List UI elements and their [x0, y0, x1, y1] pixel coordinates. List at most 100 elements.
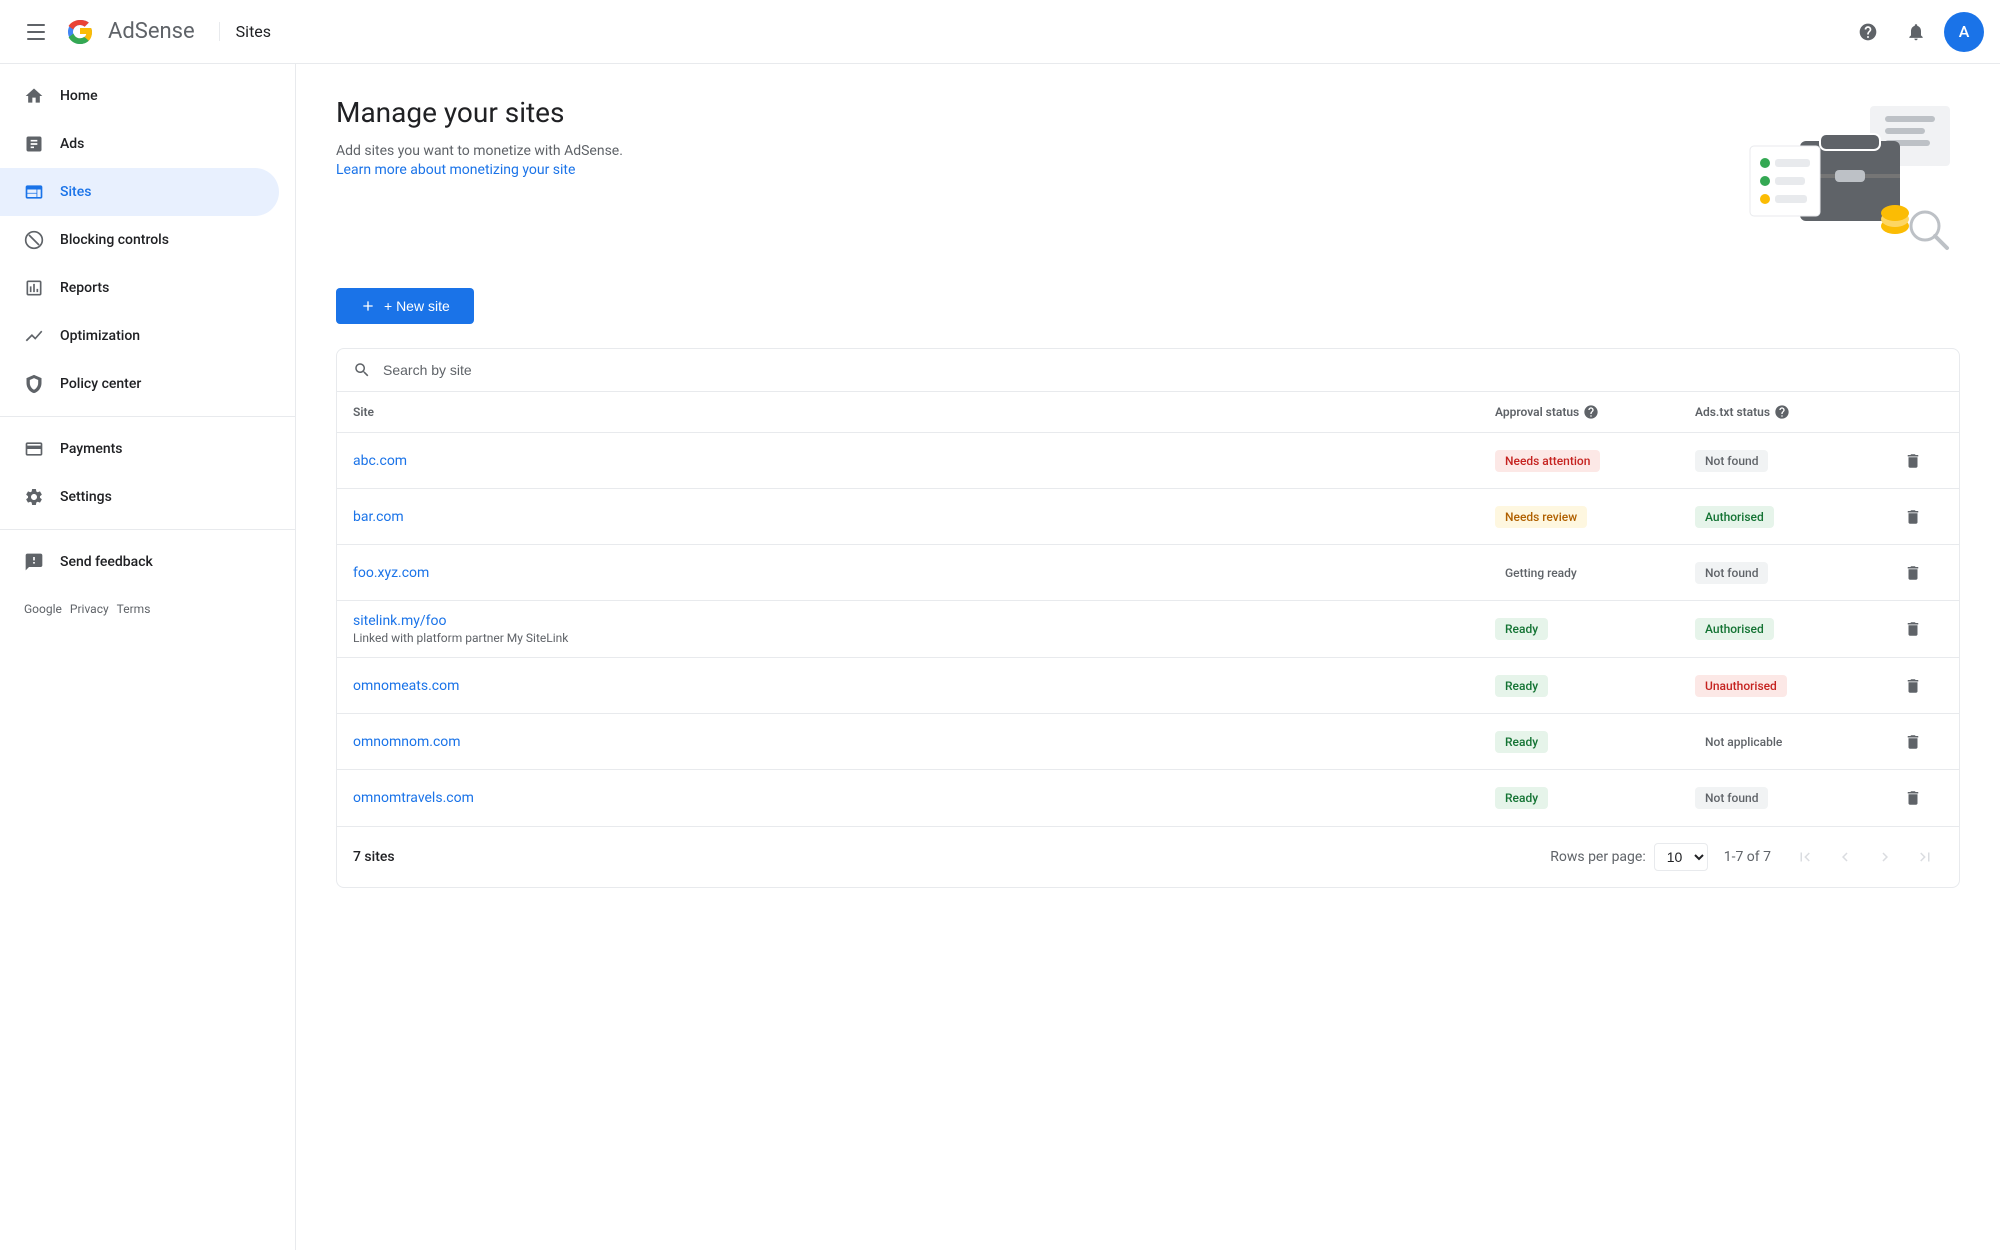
home-icon	[24, 86, 44, 106]
site-cell: sitelink.my/foo Linked with platform par…	[353, 601, 1495, 657]
sidebar-label-settings: Settings	[60, 489, 112, 505]
page-nav-buttons	[1787, 839, 1943, 875]
search-input[interactable]	[383, 362, 1943, 378]
sidebar-label-blocking: Blocking controls	[60, 232, 169, 248]
table-row: omnomnom.com Ready Not applicable	[337, 714, 1959, 770]
delete-cell	[1895, 724, 1943, 760]
sites-icon	[24, 182, 44, 202]
page-header-text: Manage your sites Add sites you want to …	[336, 96, 623, 178]
optimization-icon	[24, 326, 44, 346]
help-button[interactable]	[1848, 12, 1888, 52]
sidebar-item-blocking-controls[interactable]: Blocking controls	[0, 216, 279, 264]
sidebar-item-home[interactable]: Home	[0, 72, 279, 120]
rows-per-page: Rows per page: 10 25 50	[1550, 843, 1707, 871]
learn-more-link[interactable]: Learn more about monetizing your site	[336, 162, 575, 178]
ads-txt-cell: Not found	[1695, 450, 1895, 472]
approval-help-icon[interactable]	[1583, 404, 1599, 420]
sites-count: 7 sites	[353, 849, 395, 865]
approval-status-cell: Ready	[1495, 618, 1695, 640]
approval-badge: Ready	[1495, 618, 1548, 640]
sidebar-label-optimization: Optimization	[60, 328, 140, 344]
sidebar-item-sites[interactable]: Sites	[0, 168, 279, 216]
payments-icon	[24, 439, 44, 459]
ads-txt-badge: Not applicable	[1695, 731, 1792, 753]
site-link[interactable]: omnomnom.com	[353, 734, 1495, 750]
sites-table: Site Approval status Ads.txt status abc.…	[336, 348, 1960, 888]
site-link[interactable]: foo.xyz.com	[353, 565, 1495, 581]
notifications-button[interactable]	[1896, 12, 1936, 52]
sidebar-label-reports: Reports	[60, 280, 109, 296]
approval-status-cell: Ready	[1495, 731, 1695, 753]
feedback-icon	[24, 552, 44, 572]
sidebar-item-optimization[interactable]: Optimization	[0, 312, 279, 360]
next-page-button[interactable]	[1867, 839, 1903, 875]
site-sub: Linked with platform partner My SiteLink	[353, 631, 1495, 645]
site-cell: omnomeats.com	[353, 666, 1495, 706]
reports-icon	[24, 278, 44, 298]
ads-txt-badge: Not found	[1695, 450, 1768, 472]
col-header-ads-txt: Ads.txt status	[1695, 404, 1895, 420]
sidebar-item-policy-center[interactable]: Policy center	[0, 360, 279, 408]
last-page-button[interactable]	[1907, 839, 1943, 875]
approval-badge: Ready	[1495, 787, 1548, 809]
delete-row-button[interactable]	[1895, 443, 1931, 479]
blocking-icon	[24, 230, 44, 250]
top-nav: AdSense Sites A	[0, 0, 2000, 64]
delete-row-button[interactable]	[1895, 555, 1931, 591]
footer-privacy-link[interactable]: Privacy	[70, 602, 109, 616]
sidebar-item-settings[interactable]: Settings	[0, 473, 279, 521]
delete-cell	[1895, 443, 1943, 479]
ads-txt-cell: Unauthorised	[1695, 675, 1895, 697]
site-link[interactable]: omnomeats.com	[353, 678, 1495, 694]
delete-cell	[1895, 668, 1943, 704]
approval-badge: Ready	[1495, 675, 1548, 697]
hamburger-menu[interactable]	[16, 12, 56, 52]
delete-cell	[1895, 611, 1943, 647]
avatar[interactable]: A	[1944, 12, 1984, 52]
sidebar-divider-2	[0, 529, 295, 530]
rows-per-page-select[interactable]: 10 25 50	[1654, 843, 1708, 871]
settings-icon	[24, 487, 44, 507]
main-content: Manage your sites Add sites you want to …	[296, 64, 2000, 1250]
sidebar-item-payments[interactable]: Payments	[0, 425, 279, 473]
table-row: abc.com Needs attention Not found	[337, 433, 1959, 489]
delete-row-button[interactable]	[1895, 668, 1931, 704]
ads-txt-badge: Unauthorised	[1695, 675, 1787, 697]
sidebar-label-feedback: Send feedback	[60, 554, 153, 570]
first-page-button[interactable]	[1787, 839, 1823, 875]
sidebar-item-reports[interactable]: Reports	[0, 264, 279, 312]
delete-row-button[interactable]	[1895, 611, 1931, 647]
delete-row-button[interactable]	[1895, 724, 1931, 760]
site-link[interactable]: omnomtravels.com	[353, 790, 1495, 806]
delete-row-button[interactable]	[1895, 780, 1931, 816]
sidebar-label-ads: Ads	[60, 136, 84, 152]
col-header-approval: Approval status	[1495, 404, 1695, 420]
sidebar-label-policy: Policy center	[60, 376, 141, 392]
footer-terms-link[interactable]: Terms	[117, 602, 151, 616]
prev-page-button[interactable]	[1827, 839, 1863, 875]
ads-txt-cell: Not found	[1695, 787, 1895, 809]
sidebar-label-sites: Sites	[60, 184, 91, 200]
sidebar-item-ads[interactable]: Ads	[0, 120, 279, 168]
approval-badge: Ready	[1495, 731, 1548, 753]
table-header: Site Approval status Ads.txt status	[337, 392, 1959, 433]
site-link[interactable]: bar.com	[353, 509, 1495, 525]
sidebar-footer: Google Privacy Terms	[0, 586, 295, 632]
table-footer: 7 sites Rows per page: 10 25 50 1-7 of 7	[337, 826, 1959, 887]
new-site-button[interactable]: + New site	[336, 288, 474, 324]
ads-icon	[24, 134, 44, 154]
table-row: foo.xyz.com Getting ready Not found	[337, 545, 1959, 601]
ads-txt-cell: Not applicable	[1695, 731, 1895, 753]
sidebar-item-send-feedback[interactable]: Send feedback	[0, 538, 279, 586]
site-link[interactable]: sitelink.my/foo	[353, 613, 1495, 629]
delete-cell	[1895, 555, 1943, 591]
site-link[interactable]: abc.com	[353, 453, 1495, 469]
sidebar-divider	[0, 416, 295, 417]
ads-txt-cell: Authorised	[1695, 618, 1895, 640]
page-title: Sites	[219, 22, 271, 41]
ads-txt-help-icon[interactable]	[1774, 404, 1790, 420]
footer-brand: Google	[24, 602, 62, 616]
delete-row-button[interactable]	[1895, 499, 1931, 535]
policy-icon	[24, 374, 44, 394]
new-site-label: + New site	[384, 298, 450, 314]
